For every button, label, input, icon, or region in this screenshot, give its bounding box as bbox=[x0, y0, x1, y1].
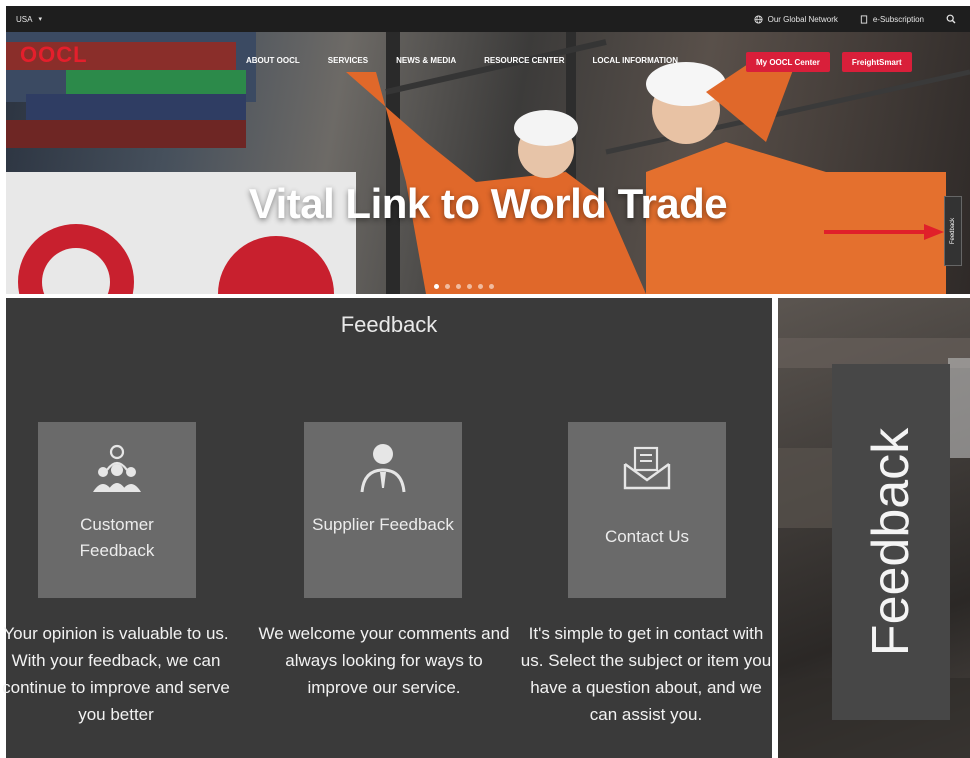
my-oocl-center-button[interactable]: My OOCL Center bbox=[746, 52, 830, 72]
customer-feedback-description: Your opinion is valuable to us. With you… bbox=[2, 624, 230, 724]
feedback-tab-zoomed[interactable]: Feedback bbox=[832, 364, 950, 720]
carousel-dot[interactable] bbox=[478, 284, 483, 289]
carousel-dot[interactable] bbox=[456, 284, 461, 289]
hero-banner: OOCL ABOUT OOCL SERVICES NEWS & MEDIA RE… bbox=[6, 32, 970, 294]
feedback-side-tab[interactable]: Feedback bbox=[944, 196, 962, 266]
feedback-side-tab-label: Feedback bbox=[950, 217, 957, 245]
feedback-tab-zoom-image: Feedback bbox=[778, 298, 970, 758]
document-icon bbox=[860, 14, 868, 24]
contact-us-label: Contact Us bbox=[604, 527, 690, 546]
nav-item-local-information[interactable]: LOCAL INFORMATION bbox=[579, 56, 692, 65]
feedback-title: Feedback bbox=[340, 312, 438, 337]
customer-feedback-label: Customer Feedback bbox=[79, 515, 155, 560]
freightsmart-button[interactable]: FreightSmart bbox=[841, 52, 912, 72]
subscription-link[interactable]: e-Subscription bbox=[860, 15, 924, 24]
nav-item-resource-center[interactable]: RESOURCE CENTER bbox=[470, 56, 578, 65]
hero-title: Vital Link to World Trade bbox=[248, 180, 728, 227]
search-icon bbox=[946, 14, 956, 24]
nav-item-about[interactable]: ABOUT OOCL bbox=[232, 56, 314, 65]
mail-envelope-icon bbox=[621, 442, 673, 494]
carousel-dots bbox=[434, 284, 494, 289]
feedback-tab-zoomed-label: Feedback bbox=[862, 427, 920, 657]
supplier-feedback-description: We welcome your comments and always look… bbox=[258, 624, 510, 697]
carousel-dot[interactable] bbox=[467, 284, 472, 289]
utility-links: Our Global Network e-Subscription bbox=[754, 14, 956, 24]
supplier-person-icon bbox=[358, 442, 408, 494]
main-nav: ABOUT OOCL SERVICES NEWS & MEDIA RESOURC… bbox=[232, 56, 692, 65]
contact-us-description: It's simple to get in contact with us. S… bbox=[520, 624, 772, 724]
global-network-link[interactable]: Our Global Network bbox=[754, 15, 838, 24]
nav-item-services[interactable]: SERVICES bbox=[314, 56, 382, 65]
feedback-panel: Feedback Customer Feedback Supplier Feed… bbox=[2, 298, 772, 758]
globe-icon bbox=[754, 14, 763, 24]
supplier-feedback-card[interactable]: Supplier Feedback bbox=[304, 422, 462, 598]
contact-us-card[interactable]: Contact Us bbox=[568, 422, 726, 598]
subscription-label: e-Subscription bbox=[872, 14, 924, 24]
top-utility-bar: USA ▾ Our Global Network e-Subscription bbox=[6, 6, 970, 32]
oocl-logo[interactable]: OOCL bbox=[20, 42, 88, 68]
customer-feedback-card[interactable]: Customer Feedback bbox=[38, 422, 196, 598]
carousel-dot[interactable] bbox=[489, 284, 494, 289]
region-label: USA bbox=[16, 14, 33, 24]
search-button[interactable] bbox=[946, 14, 956, 24]
carousel-dot[interactable] bbox=[434, 284, 439, 289]
customer-group-icon bbox=[91, 442, 143, 494]
nav-item-news-media[interactable]: NEWS & MEDIA bbox=[382, 56, 470, 65]
carousel-dot[interactable] bbox=[445, 284, 450, 289]
nav-buttons: My OOCL Center FreightSmart bbox=[746, 52, 912, 72]
region-selector[interactable]: USA ▾ bbox=[16, 15, 42, 24]
global-network-label: Our Global Network bbox=[767, 14, 838, 24]
supplier-feedback-label: Supplier Feedback bbox=[312, 515, 454, 534]
chevron-down-icon: ▾ bbox=[38, 16, 42, 23]
